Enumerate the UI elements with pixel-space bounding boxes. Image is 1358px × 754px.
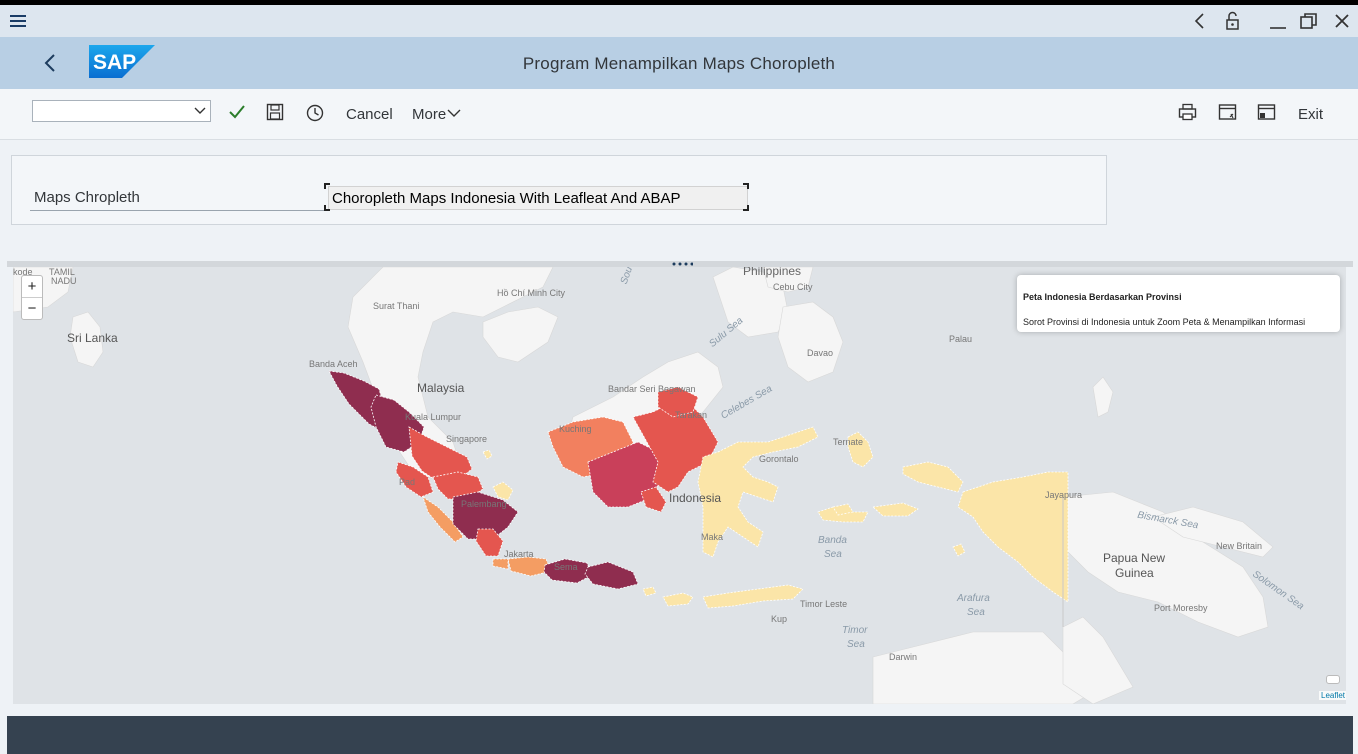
application-toolbar: Cancel More Exit — [0, 89, 1358, 140]
province-ntb — [662, 592, 694, 607]
map-label: Kuala Lumpur — [405, 412, 462, 422]
map-label: Davao — [807, 348, 834, 358]
province-kalsel — [640, 486, 667, 513]
map-label: Darwin — [889, 652, 918, 662]
status-bar — [7, 716, 1353, 754]
province-jatim — [584, 561, 639, 590]
zoom-out-button[interactable]: − — [22, 298, 42, 320]
close-icon[interactable] — [1332, 11, 1352, 31]
focus-corner — [743, 205, 749, 211]
zoom-control: + − — [21, 275, 43, 320]
shell-bar: SAP Program Menampilkan Maps Choropleth — [0, 37, 1358, 89]
province-kei — [952, 543, 966, 557]
map-label: Sri Lanka — [67, 331, 118, 345]
window-titlebar — [0, 5, 1358, 37]
map-label: Cebu City — [773, 282, 813, 292]
print-icon[interactable] — [1178, 103, 1197, 121]
map-label: Gorontalo — [759, 454, 799, 464]
map-label: Port Moresby — [1154, 603, 1208, 613]
map-label: New Britain — [1216, 541, 1263, 551]
map-label: Palau — [949, 334, 973, 344]
sea-label: Banda — [818, 535, 847, 546]
province-jabar — [492, 558, 509, 570]
back-chevron-icon[interactable] — [1190, 11, 1210, 31]
chevron-down-icon[interactable] — [194, 106, 206, 116]
province-kepri — [482, 449, 493, 460]
more-button[interactable]: More — [412, 106, 446, 123]
cancel-button[interactable]: Cancel — [346, 106, 393, 123]
focus-corner — [324, 205, 330, 211]
more-chevron-icon[interactable] — [447, 108, 461, 118]
sea-label: Arafura — [957, 593, 990, 604]
map-label: Kuching — [559, 424, 592, 434]
map-label: Malaysia — [417, 381, 465, 395]
history-icon[interactable] — [305, 103, 324, 122]
province-banten — [507, 556, 552, 577]
map-label: Ternate — [833, 437, 864, 447]
map-label: Jakarta — [504, 549, 534, 559]
map-label: Surat Thani — [373, 301, 420, 311]
resize-toggle[interactable] — [1326, 675, 1340, 684]
map-canvas[interactable] — [13, 267, 1346, 704]
command-field[interactable] — [32, 100, 211, 122]
map-label: ikode — [13, 267, 33, 277]
info-text: Sorot Provinsi di Indonesia untuk Zoom P… — [1023, 317, 1306, 327]
map-label: Sema — [554, 562, 578, 572]
check-icon[interactable] — [228, 104, 246, 120]
exit-button[interactable]: Exit — [1298, 106, 1323, 123]
map-label: Singapore — [446, 434, 488, 444]
form-panel: Maps Chropleth Choropleth Maps Indonesia… — [11, 155, 1107, 225]
attribution-link[interactable]: Leaflet — [1319, 691, 1346, 700]
sea-label: Sea — [824, 549, 842, 560]
info-title: Peta Indonesia Berdasarkan Provinsi — [1023, 292, 1182, 302]
province-babel — [492, 481, 514, 501]
map-label: Bandar Seri Begawan — [608, 384, 696, 394]
new-window-icon[interactable] — [1218, 103, 1237, 121]
maps-field[interactable]: Choropleth Maps Indonesia With Leafleat … — [328, 186, 748, 210]
map-label: Hồ Chí Minh City — [497, 288, 566, 298]
unlock-icon[interactable] — [1222, 11, 1242, 31]
map-label: Palembang — [461, 499, 507, 509]
province-ntt — [702, 584, 804, 609]
focus-corner — [743, 183, 749, 189]
map-label: Guinea — [1115, 566, 1154, 580]
zoom-in-button[interactable]: + — [22, 276, 42, 298]
map-label: Indonesia — [669, 491, 722, 505]
focus-corner — [324, 183, 330, 189]
map-label: Banda Aceh — [309, 359, 358, 369]
map-label: Papua New — [1103, 551, 1166, 565]
menu-icon[interactable] — [8, 11, 28, 31]
sea-label: Timor — [842, 625, 868, 636]
label-underline — [30, 210, 326, 211]
sea-label: Sea — [967, 607, 985, 618]
restore-icon[interactable] — [1299, 11, 1319, 31]
map-container[interactable]: + − Peta Indonesia Berdasarkan Provinsi … — [13, 267, 1346, 704]
maps-label: Maps Chropleth — [34, 189, 140, 206]
map-label: Philippines — [743, 267, 802, 278]
minimize-icon[interactable] — [1268, 11, 1288, 31]
info-panel: Peta Indonesia Berdasarkan Provinsi Soro… — [1017, 275, 1340, 332]
map-label: Pad — [399, 477, 416, 487]
map-label: Kup — [771, 614, 788, 624]
province-bali — [642, 586, 657, 597]
save-icon[interactable] — [266, 103, 284, 121]
map-label: NADU — [51, 276, 77, 286]
map-label: Jayapura — [1045, 490, 1083, 500]
map-label: Maka — [701, 532, 724, 542]
map-label: Tarakan — [675, 410, 708, 420]
page-title: Program Menampilkan Maps Choropleth — [522, 54, 836, 73]
province-seram — [872, 502, 919, 517]
province-papuabarat — [902, 461, 964, 493]
sea-label: Sea — [847, 639, 865, 650]
customize-window-icon[interactable] — [1257, 103, 1276, 121]
map-label: Timor Leste — [800, 599, 848, 609]
